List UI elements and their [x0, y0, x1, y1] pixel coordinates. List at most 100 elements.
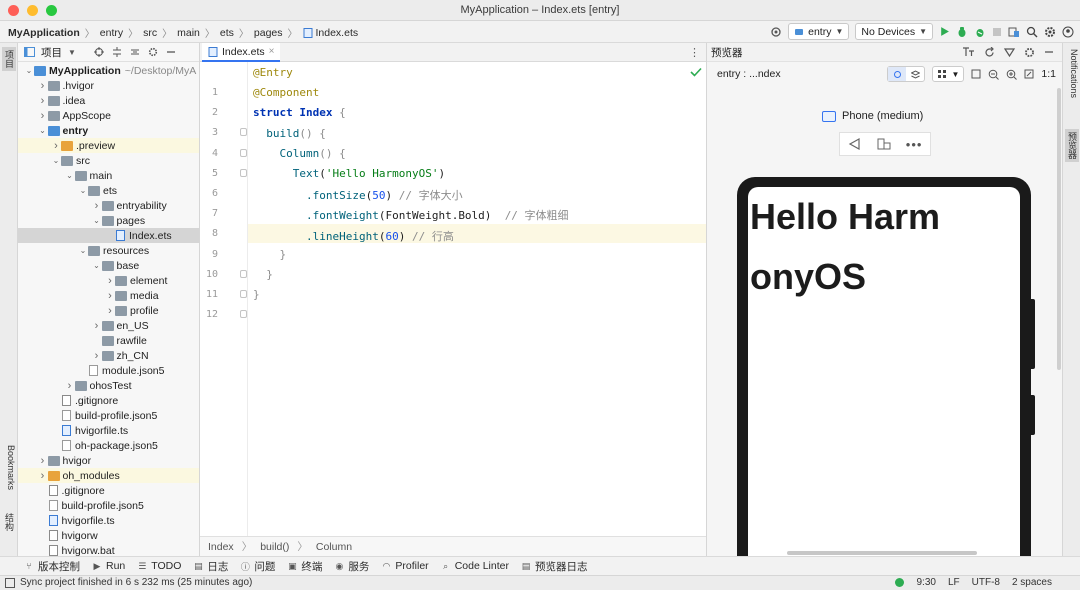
tool-log[interactable]: ▤ 日志: [193, 559, 228, 574]
expand-all-icon[interactable]: [112, 47, 122, 57]
hide-panel-icon[interactable]: [1044, 47, 1054, 57]
chevron-right-icon[interactable]: ›: [92, 350, 102, 362]
fold-marker-icon[interactable]: [240, 269, 247, 278]
code-line[interactable]: .fontSize(50) // 字体大小: [253, 187, 463, 203]
horizontal-scrollbar[interactable]: [787, 551, 977, 555]
fold-marker-icon[interactable]: [240, 148, 247, 157]
chevron-down-icon[interactable]: ⌄: [51, 156, 61, 165]
chevron-right-icon[interactable]: ›: [38, 455, 48, 467]
status-panel-icon[interactable]: [5, 578, 15, 588]
breadcrumb-item[interactable]: ets: [220, 27, 234, 39]
chevron-right-icon[interactable]: ›: [38, 470, 48, 482]
run-icon[interactable]: [939, 26, 950, 37]
device-selector[interactable]: No Devices ▼: [855, 23, 933, 40]
fold-marker-icon[interactable]: [240, 290, 247, 298]
tree-item[interactable]: .gitignore: [18, 483, 199, 498]
fit-frame-icon[interactable]: [971, 69, 981, 79]
project-tool-tab[interactable]: 项目: [2, 47, 16, 71]
code-line[interactable]: }: [253, 248, 286, 261]
device-manager-icon[interactable]: [1008, 26, 1020, 38]
tree-item[interactable]: › hvigor: [18, 453, 199, 468]
editor-breadcrumb-item[interactable]: Index: [208, 541, 234, 553]
code-line[interactable]: }: [253, 268, 273, 281]
module-selector[interactable]: entry ▼: [788, 23, 850, 40]
code-line[interactable]: struct Index {: [253, 106, 346, 119]
chevron-down-icon[interactable]: ⌄: [24, 66, 34, 75]
tree-item[interactable]: ⌄ MyApplication ~/Desktop/MyA: [18, 63, 199, 78]
refresh-icon[interactable]: [984, 46, 995, 58]
tree-item[interactable]: › en_US: [18, 318, 199, 333]
chevron-right-icon[interactable]: ›: [38, 95, 48, 107]
locate-icon[interactable]: [93, 47, 104, 57]
tree-item[interactable]: › .hvigor: [18, 78, 199, 93]
tree-item[interactable]: Index.ets: [18, 228, 199, 243]
font-size-icon[interactable]: [963, 47, 975, 57]
tool-run[interactable]: ▶ Run: [92, 560, 126, 572]
tree-item[interactable]: › media: [18, 288, 199, 303]
vertical-scrollbar[interactable]: [1057, 88, 1061, 370]
fold-marker-icon[interactable]: [240, 310, 247, 319]
tool-vcs[interactable]: ⑂ 版本控制: [24, 559, 80, 574]
code-line[interactable]: @Entry: [253, 66, 293, 79]
code-line[interactable]: .lineHeight(60) // 行高: [253, 228, 454, 244]
fold-marker-icon[interactable]: [240, 168, 247, 177]
tree-item[interactable]: ⌄ base: [18, 258, 199, 273]
tab-index-ets[interactable]: Index.ets ×: [202, 43, 281, 62]
options-gear-icon[interactable]: [148, 47, 158, 57]
chevron-right-icon[interactable]: ›: [92, 320, 102, 332]
account-icon[interactable]: [1062, 26, 1074, 38]
cursor-position[interactable]: 9:30: [916, 577, 935, 588]
hide-panel-icon[interactable]: [166, 47, 176, 57]
preview-mode-toggle[interactable]: [887, 66, 926, 82]
previewer-tool-tab[interactable]: 预览器: [1065, 129, 1079, 162]
chevron-down-icon[interactable]: ⌄: [92, 261, 102, 270]
code-line[interactable]: }: [253, 288, 260, 301]
layers-icon[interactable]: [906, 67, 924, 81]
chevron-right-icon[interactable]: ›: [105, 275, 115, 287]
chevron-right-icon[interactable]: ›: [92, 200, 102, 212]
preview-target-label[interactable]: entry : ...ndex: [717, 68, 781, 80]
code-line[interactable]: .fontWeight(FontWeight.Bold) // 字体粗细: [253, 207, 569, 223]
chevron-down-icon[interactable]: ▼: [68, 48, 76, 57]
bookmarks-tool-tab[interactable]: Bookmarks: [2, 445, 16, 490]
file-encoding[interactable]: UTF-8: [972, 577, 1000, 588]
chevron-down-icon[interactable]: ⌄: [78, 246, 88, 255]
tree-item[interactable]: build-profile.json5: [18, 408, 199, 423]
search-icon[interactable]: [1026, 26, 1038, 38]
tree-item[interactable]: ⌄ main: [18, 168, 199, 183]
tree-item[interactable]: › oh_modules: [18, 468, 199, 483]
tree-item[interactable]: › .idea: [18, 93, 199, 108]
tree-item[interactable]: ⌄ ets: [18, 183, 199, 198]
tool-code-linter[interactable]: ⌕ Code Linter: [441, 560, 509, 572]
editor-breadcrumb-item[interactable]: build(): [260, 541, 289, 553]
component-tree-icon[interactable]: [888, 67, 907, 81]
more-horizontal-icon[interactable]: •••: [906, 137, 923, 152]
chevron-right-icon[interactable]: ›: [105, 305, 115, 317]
tree-item[interactable]: rawfile: [18, 333, 199, 348]
chevron-right-icon[interactable]: ›: [65, 380, 75, 392]
chevron-down-icon[interactable]: ⌄: [38, 126, 48, 135]
profile-run-icon[interactable]: [974, 26, 986, 38]
notifications-tool-tab[interactable]: Notifications: [1065, 49, 1079, 98]
tool-services[interactable]: ◉ 服务: [334, 559, 369, 574]
chevron-right-icon[interactable]: ›: [38, 110, 48, 122]
breadcrumb-item[interactable]: MyApplication: [8, 27, 80, 39]
tree-item[interactable]: .gitignore: [18, 393, 199, 408]
code-line[interactable]: Text('Hello HarmonyOS'): [253, 167, 445, 180]
target-icon[interactable]: [770, 26, 782, 38]
more-vertical-icon[interactable]: ⋮: [689, 46, 700, 59]
actual-size-icon[interactable]: [1024, 69, 1034, 79]
tree-item[interactable]: ⌄ resources: [18, 243, 199, 258]
tool-preview-log[interactable]: ▤ 预览器日志: [521, 559, 588, 574]
fold-marker-icon[interactable]: [240, 128, 247, 137]
stop-icon[interactable]: [992, 27, 1002, 37]
tool-terminal[interactable]: ▣ 终端: [287, 559, 322, 574]
tree-item[interactable]: › zh_CN: [18, 348, 199, 363]
tree-item[interactable]: ⌄ src: [18, 153, 199, 168]
tree-item[interactable]: hvigorw.bat: [18, 543, 199, 556]
editor-breadcrumb-item[interactable]: Column: [316, 541, 352, 553]
tree-item[interactable]: › ohosTest: [18, 378, 199, 393]
chevron-down-icon[interactable]: ⌄: [92, 216, 102, 225]
zoom-in-icon[interactable]: [1006, 69, 1018, 80]
chevron-right-icon[interactable]: ›: [105, 290, 115, 302]
